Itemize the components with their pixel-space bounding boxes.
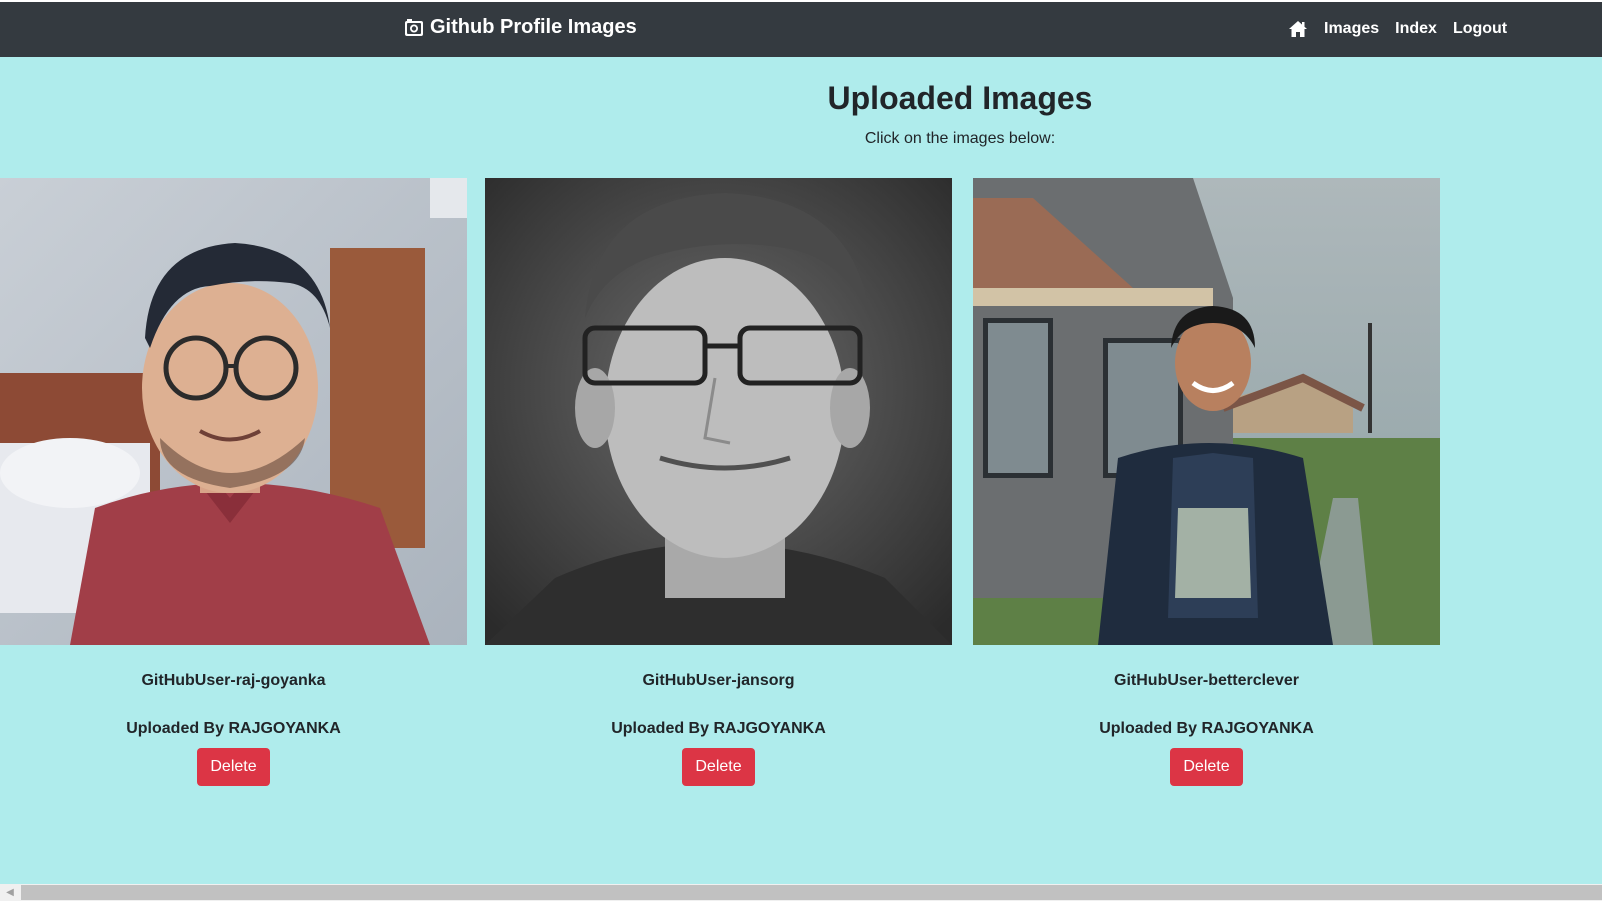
home-icon[interactable] <box>1288 19 1308 39</box>
image-card: GitHubUser-raj-goyanka Uploaded By RAJGO… <box>0 178 467 786</box>
card-title: GitHubUser-jansorg <box>642 672 795 689</box>
delete-wrap: Delete <box>485 748 952 786</box>
delete-wrap: Delete <box>0 748 467 786</box>
nav-link-images[interactable]: Images <box>1324 20 1379 38</box>
nav-links: Images Index Logout <box>1288 19 1523 39</box>
scroll-left-arrow-icon[interactable]: ◀ <box>0 884 20 901</box>
horizontal-scrollbar[interactable]: ◀ <box>0 884 1602 901</box>
brand-title: Github Profile Images <box>430 16 637 38</box>
navbar: Github Profile Images Images Index Logou… <box>0 2 1602 57</box>
brand-link[interactable]: Github Profile Images <box>404 16 637 39</box>
scroll-thumb[interactable] <box>21 885 1602 900</box>
nav-link-index[interactable]: Index <box>1395 20 1437 38</box>
page-subtitle: Click on the images below: <box>864 130 1056 147</box>
delete-wrap: Delete <box>973 748 1440 786</box>
page-title: Uploaded Images <box>827 80 1093 116</box>
nav-link-logout[interactable]: Logout <box>1453 20 1507 38</box>
card-title: GitHubUser-betterclever <box>1114 672 1299 689</box>
delete-button[interactable]: Delete <box>1170 748 1243 786</box>
card-title: GitHubUser-raj-goyanka <box>141 672 326 689</box>
card-uploader: Uploaded By RAJGOYANKA <box>1099 720 1314 737</box>
image-card: GitHubUser-jansorg Uploaded By RAJGOYANK… <box>485 178 952 786</box>
camera-icon <box>405 18 423 36</box>
delete-button[interactable]: Delete <box>197 748 270 786</box>
image-card: GitHubUser-betterclever Uploaded By RAJG… <box>973 178 1440 786</box>
delete-button[interactable]: Delete <box>682 748 755 786</box>
card-uploader: Uploaded By RAJGOYANKA <box>126 720 341 737</box>
profile-photo[interactable] <box>0 178 467 645</box>
card-uploader: Uploaded By RAJGOYANKA <box>611 720 826 737</box>
profile-photo[interactable] <box>973 178 1440 645</box>
profile-photo[interactable] <box>485 178 952 645</box>
